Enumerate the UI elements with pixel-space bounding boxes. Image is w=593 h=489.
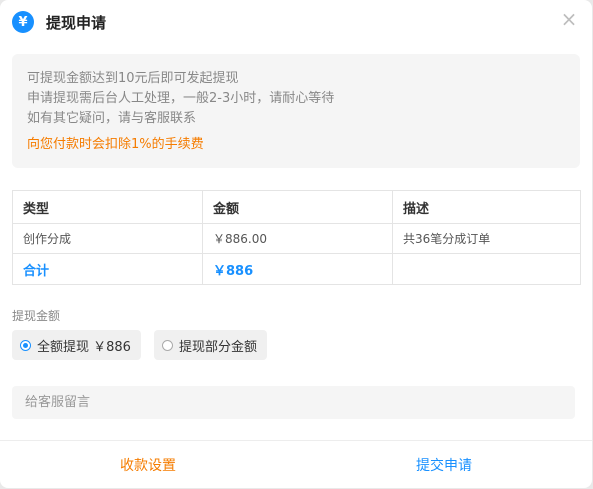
notice-line: 如有其它疑问，请与客服联系 [27,111,197,126]
withdraw-options: 全额提现 ￥886 提现部分金额 [12,330,280,360]
dialog-header: ¥ 提现申请 [12,10,106,34]
fee-note: 向您付款时会扣除1%的手续费 [27,137,204,152]
radio-checked-icon [20,339,31,351]
yen-icon: ¥ [12,11,34,33]
dialog-title: 提现申请 [46,13,107,32]
dialog-footer: 收款设置 提交申请 [0,441,592,488]
earnings-table: 类型 金额 描述 创作分成 ￥886.00 共36笔分成订单 合计 ￥886 [12,190,581,285]
full-withdraw-label: 全额提现 ￥886 [37,339,131,355]
cell-amount: ￥886.00 [202,223,393,254]
table-total-row: 合计 ￥886 [12,253,581,285]
partial-withdraw-label: 提现部分金额 [178,339,257,355]
notice-line: 申请提现需后台人工处理，一般2-3小时，请耐心等待 [27,91,335,106]
withdraw-dialog: ¥ 提现申请 × 可提现金额达到10元后即可发起提现 申请提现需后台人工处理，一… [0,0,592,488]
cell-type: 创作分成 [12,223,203,254]
table-row: 创作分成 ￥886.00 共36笔分成订单 [12,223,581,254]
total-description [392,253,581,285]
radio-unchecked-icon [161,339,173,351]
message-input[interactable] [12,386,575,419]
cell-description: 共36笔分成订单 [392,223,581,254]
column-header-amount: 金额 [202,190,393,224]
column-header-type: 类型 [12,190,203,224]
full-withdraw-option[interactable]: 全额提现 ￥886 [12,330,141,360]
submit-application-button[interactable]: 提交申请 [296,441,592,488]
close-icon[interactable]: × [560,9,578,29]
total-label: 合计 [12,253,203,285]
notice-box: 可提现金额达到10元后即可发起提现 申请提现需后台人工处理，一般2-3小时，请耐… [12,54,580,168]
table-header-row: 类型 金额 描述 [12,190,581,224]
total-amount: ￥886 [202,253,393,285]
column-header-description: 描述 [392,190,581,224]
payment-settings-button[interactable]: 收款设置 [0,441,296,488]
partial-withdraw-option[interactable]: 提现部分金额 [153,330,267,360]
withdraw-amount-label: 提现金额 [12,309,61,323]
notice-line: 可提现金额达到10元后即可发起提现 [27,71,239,86]
